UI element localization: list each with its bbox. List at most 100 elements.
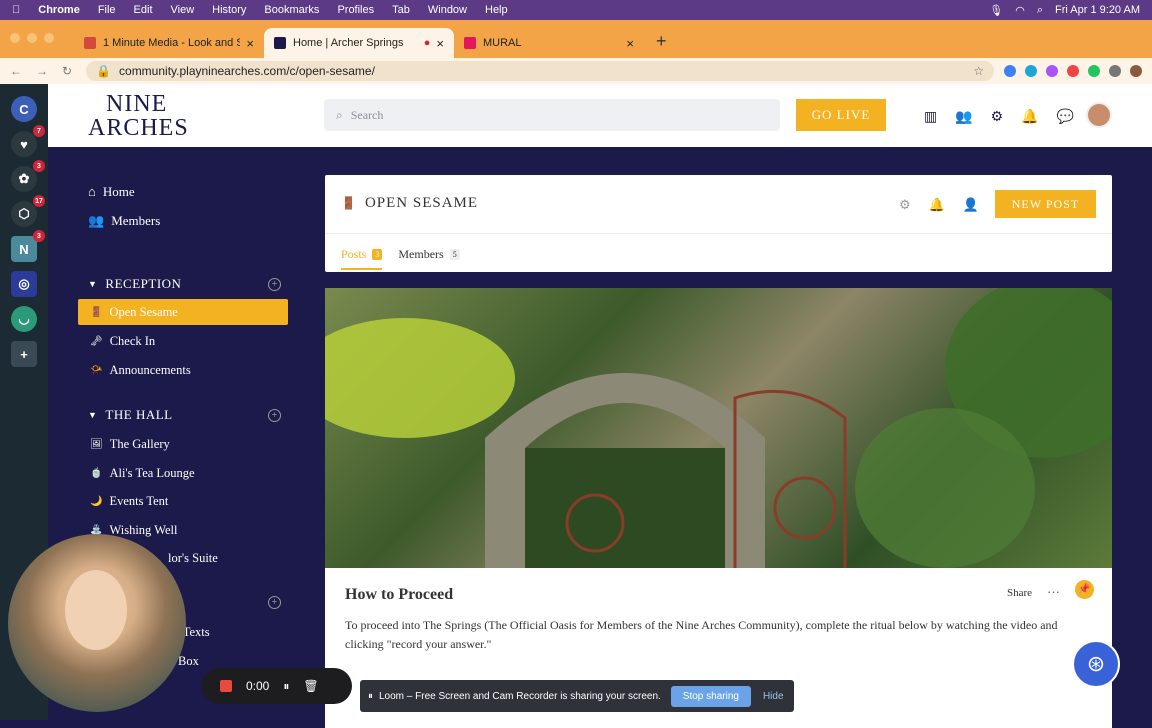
close-icon[interactable]: ×	[436, 36, 444, 51]
gear-icon[interactable]: ⚙	[991, 108, 1004, 125]
puzzle-icon[interactable]	[1109, 65, 1121, 77]
sidebar-item-announcements[interactable]: 📯 Announcements	[78, 357, 288, 383]
add-channel-button[interactable]: +	[268, 278, 281, 291]
menu-file[interactable]: File	[98, 4, 116, 16]
apple-icon[interactable]: 	[12, 4, 20, 16]
sidebar-item-gallery[interactable]: 🖼 The Gallery	[78, 431, 288, 457]
drag-handle-icon[interactable]: ⏸	[368, 691, 373, 702]
search-input[interactable]: ⌕ Search	[324, 99, 780, 131]
stop-record-button[interactable]	[220, 680, 232, 692]
dock-app-smile[interactable]: ◡	[11, 306, 37, 332]
channel-actions: ⚙ 🔔 👤	[899, 197, 979, 213]
post-title[interactable]: How to Proceed	[345, 586, 453, 604]
search-icon[interactable]: ⌕	[1037, 4, 1043, 17]
trash-icon[interactable]: 🗑	[303, 679, 318, 693]
forward-icon[interactable]: →	[36, 64, 48, 78]
dock-add-button[interactable]: +	[11, 341, 37, 367]
minimize-dot[interactable]	[27, 33, 37, 43]
clock[interactable]: Fri Apr 1 9:20 AM	[1055, 4, 1140, 16]
extension-icon[interactable]	[1046, 65, 1058, 77]
tab-mural[interactable]: MURAL ×	[454, 28, 644, 58]
stop-sharing-button[interactable]: Stop sharing	[670, 685, 751, 707]
extension-icon[interactable]	[1025, 65, 1037, 77]
gear-icon[interactable]: ⚙	[899, 197, 911, 213]
dock-label: ✿	[18, 171, 30, 186]
dock-app-c[interactable]: C	[11, 96, 37, 122]
close-icon[interactable]: ×	[246, 36, 254, 51]
post-body: To proceed into The Springs (The Officia…	[345, 618, 1058, 651]
leaderboard-icon[interactable]: ▥	[924, 108, 937, 125]
section-the-hall[interactable]: ▼ THE HALL	[88, 407, 173, 423]
zoom-dot[interactable]	[44, 33, 54, 43]
hide-button[interactable]: Hide	[763, 691, 784, 702]
bell-icon[interactable]: 🔔	[1021, 108, 1038, 125]
channel-title-text: OPEN SESAME	[364, 195, 479, 211]
dock-app-openai[interactable]: ⬡ 17	[11, 195, 45, 227]
pause-icon[interactable]: ⏸	[283, 679, 289, 694]
new-tab-button[interactable]: +	[656, 31, 667, 52]
dock-app-heart[interactable]: ♥ 7	[11, 125, 45, 157]
garden-arch-image	[325, 288, 1112, 568]
tab-posts[interactable]: Posts 3	[341, 247, 383, 270]
menu-bookmarks[interactable]: Bookmarks	[264, 4, 319, 16]
menu-history[interactable]: History	[212, 4, 246, 16]
logo-line: ARCHES	[88, 114, 189, 141]
menu-profiles[interactable]: Profiles	[337, 4, 374, 16]
sidebar-item-tea-lounge[interactable]: 🍵 Ali's Tea Lounge	[78, 460, 288, 486]
bookmark-star-icon[interactable]: ☆	[973, 64, 984, 78]
tab-members[interactable]: Members 5	[398, 247, 460, 262]
wifi-icon[interactable]: ◠	[1015, 4, 1025, 17]
chat-icon[interactable]: 💬	[1057, 108, 1074, 125]
add-channel-button[interactable]: +	[268, 596, 281, 609]
add-channel-button[interactable]: +	[268, 409, 281, 422]
webcam-bubble[interactable]	[8, 534, 186, 712]
user-icon[interactable]: 👤	[963, 197, 979, 213]
more-options-icon[interactable]: ···	[1047, 584, 1060, 599]
menu-window[interactable]: Window	[428, 4, 467, 16]
mac-menubar:  Chrome File Edit View History Bookmark…	[0, 0, 1152, 20]
dock-label: N	[19, 241, 29, 257]
site-header: NINE ARCHES ⌕ Search GO LIVE ▥ 👥 ⚙ 🔔 💬	[48, 84, 1152, 147]
caret-down-icon: ▼	[88, 410, 98, 420]
profile-avatar[interactable]	[1130, 65, 1142, 77]
extension-icon[interactable]	[1004, 65, 1016, 77]
share-button[interactable]: Share	[1007, 587, 1032, 599]
members-icon[interactable]: 👥	[955, 108, 972, 125]
back-icon[interactable]: ←	[10, 64, 22, 78]
horn-icon: 📯	[90, 364, 103, 376]
new-post-button[interactable]: NEW POST	[995, 190, 1096, 218]
mural-icon	[464, 37, 476, 49]
menu-view[interactable]: View	[171, 4, 195, 16]
avatar[interactable]	[1086, 102, 1112, 128]
menu-tab[interactable]: Tab	[392, 4, 410, 16]
sidebar-item-members[interactable]: 👥 Members	[88, 213, 160, 229]
section-reception[interactable]: ▼ RECEPTION	[88, 276, 181, 292]
menu-help[interactable]: Help	[485, 4, 508, 16]
url-field[interactable]: 🔒 community.playninearches.com/c/open-se…	[86, 61, 994, 81]
lock-icon[interactable]: 🔒	[96, 64, 111, 78]
go-live-button[interactable]: GO LIVE	[796, 99, 886, 131]
mic-icon[interactable]: 🎙	[989, 4, 1003, 17]
channel-label: Events Tent	[109, 493, 169, 508]
dock-app-n[interactable]: N3	[11, 230, 45, 262]
app-name[interactable]: Chrome	[38, 4, 80, 16]
reload-icon[interactable]: ↻	[62, 64, 72, 78]
pin-icon[interactable]: 📌	[1075, 580, 1094, 599]
sidebar-item-events-tent[interactable]: 🌙 Events Tent	[78, 488, 288, 514]
close-dot[interactable]	[10, 33, 20, 43]
sidebar-item-home[interactable]: ⌂ Home	[88, 184, 135, 200]
help-lifebuoy-icon[interactable]: ⊛	[1072, 640, 1120, 688]
dock-app-flower[interactable]: ✿ 3	[11, 160, 45, 192]
tab-archer-springs[interactable]: Home | Archer Springs ● ×	[264, 28, 454, 58]
logo-line: NINE	[106, 90, 168, 117]
bell-icon[interactable]: 🔔	[929, 197, 945, 213]
close-icon[interactable]: ×	[626, 36, 634, 51]
tab-1minute[interactable]: 1 Minute Media - Look and Sou ×	[74, 28, 264, 58]
dock-app-arches[interactable]: ◎	[11, 271, 37, 297]
sidebar-item-check-in[interactable]: 🗝 Check In	[78, 328, 288, 354]
extension-icon[interactable]	[1067, 65, 1079, 77]
menu-edit[interactable]: Edit	[134, 4, 153, 16]
sidebar-item-open-sesame[interactable]: 🚪 Open Sesame	[78, 299, 288, 325]
site-logo[interactable]: NINE ARCHES	[88, 92, 218, 140]
extension-icon[interactable]	[1088, 65, 1100, 77]
